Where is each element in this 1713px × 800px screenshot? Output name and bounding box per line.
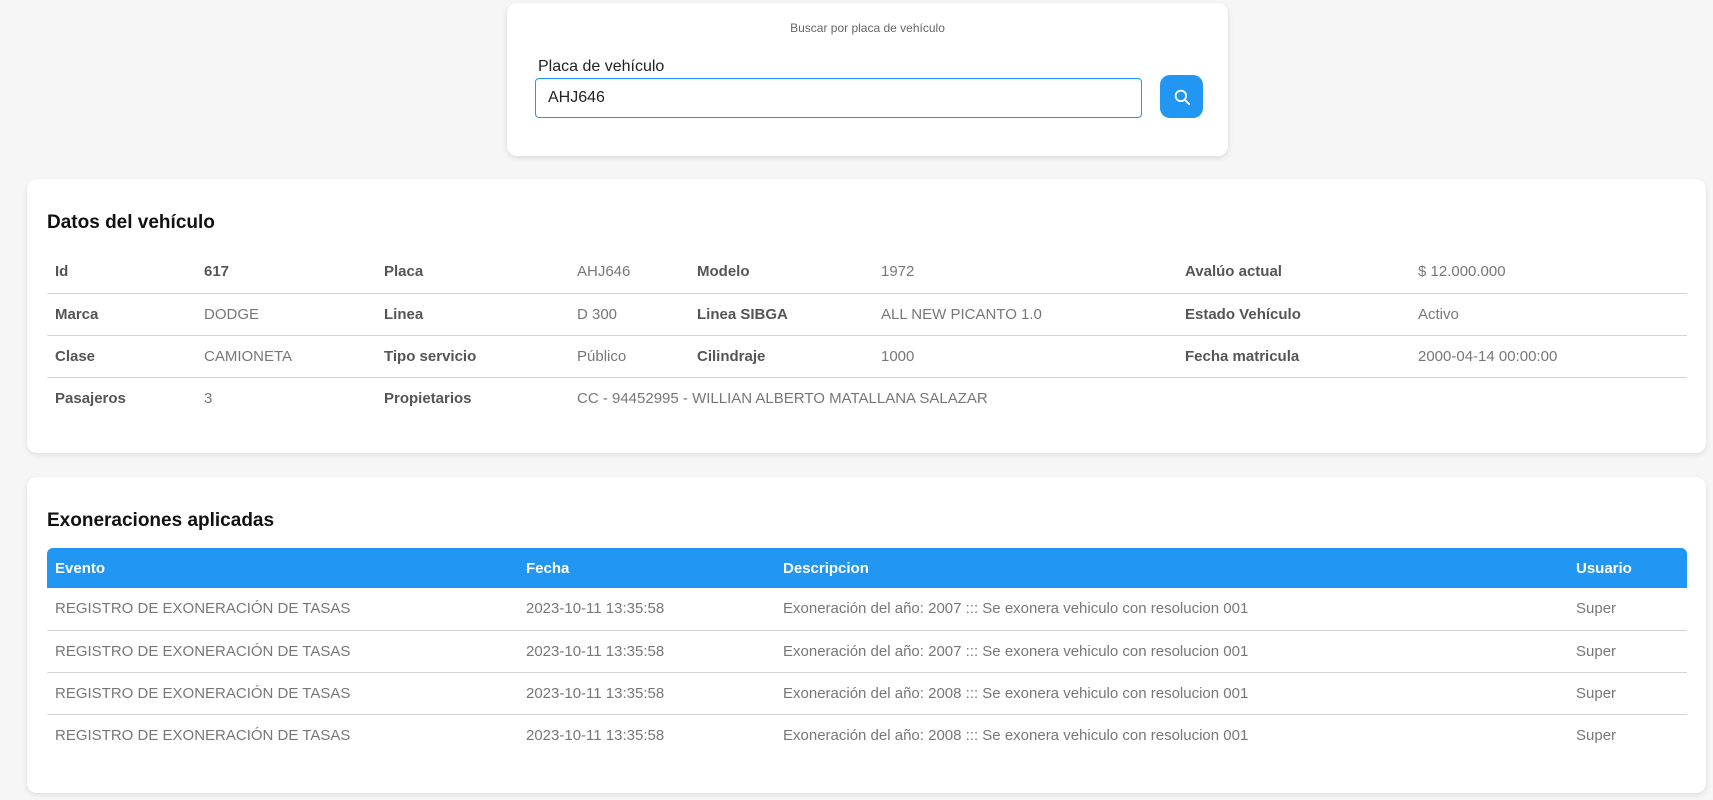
table-row: REGISTRO DE EXONERACIÓN DE TASAS 2023-10-… [47,714,1687,756]
vehicle-field-value: Activo [1410,293,1687,336]
table-cell: REGISTRO DE EXONERACIÓN DE TASAS [47,630,518,673]
table-cell: Exoneración del año: 2007 ::: Se exonera… [775,630,1568,673]
table-cell: REGISTRO DE EXONERACIÓN DE TASAS [47,588,518,631]
vehicle-field-value: 617 [196,251,376,294]
vehicle-field-label: Placa [376,251,569,294]
table-cell: 2023-10-11 13:35:58 [526,726,665,744]
table-cell: Super [1576,726,1617,744]
column-header: Usuario [1568,548,1687,588]
vehicle-field-label: Pasajeros [55,389,126,407]
table-cell: 2023-10-11 13:35:58 [518,672,775,715]
table-cell: 2023-10-11 13:35:58 [518,588,775,631]
search-button[interactable] [1160,75,1203,118]
vehicle-field-label: Clase [47,335,196,378]
vehicle-field-value: D 300 [569,293,689,336]
vehicle-field-value: CC - 94452995 - WILLIAN ALBERTO MATALLAN… [577,389,988,407]
vehicle-row: Marca DODGE Linea D 300 Linea SIBGA ALL NEW P… [47,293,1687,336]
vehicle-field-value: 3 [204,389,213,407]
vehicle-field-label: Cilindraje [689,335,873,378]
table-cell: Super [1568,672,1687,715]
vehicle-row: Clase CAMIONETA Tipo servicio Público Cilind… [47,335,1687,378]
search-icon [1174,89,1190,105]
vehicle-field-label: Linea [376,293,569,336]
vehicle-field-value: $ 12.000.000 [1410,251,1687,294]
vehicle-field-label: Linea SIBGA [689,293,873,336]
vehicle-field-label: Tipo servicio [376,335,569,378]
table-cell: REGISTRO DE EXONERACIÓN DE TASAS [47,672,518,715]
vehicle-field-label: Estado Vehículo [1177,293,1410,336]
exoneraciones-table: Evento Fecha Descripcion Usuario REGISTRO D… [47,548,1687,756]
table-cell: Super [1568,588,1687,631]
vehicle-field-value: 1972 [873,251,1177,294]
table-row: REGISTRO DE EXONERACIÓN DE TASAS 2023-10-… [47,630,1687,673]
vehicle-field-label: Id [47,251,196,294]
vehicle-row: Id 617 Placa AHJ646 Modelo 1972 Avalúo actual $… [47,251,1687,294]
vehicle-card-title: Datos del vehículo [47,212,215,233]
table-cell: REGISTRO DE EXONERACIÓN DE TASAS [55,726,351,744]
vehicle-field-value: AHJ646 [569,251,689,294]
table-cell: 2023-10-11 13:35:58 [518,630,775,673]
vehicle-field-label: Propietarios [384,389,472,407]
vehicle-card: Datos del vehículo Id 617 Placa AHJ646 Model… [27,179,1706,453]
table-cell: Exoneración del año: 2008 ::: Se exonera… [783,726,1249,744]
column-header: Evento [47,548,518,588]
column-header: Fecha [518,548,775,588]
exoneraciones-card-title: Exoneraciones aplicadas [47,510,275,531]
exoneraciones-card: Exoneraciones aplicadas Evento Fecha Descr… [27,477,1706,793]
column-header: Descripcion [775,548,1568,588]
vehicle-field-value: ALL NEW PICANTO 1.0 [873,293,1177,336]
vehicle-field-value: DODGE [196,293,376,336]
plate-label: Placa de vehículo [538,58,665,75]
vehicle-field-value: Público [569,335,689,378]
vehicle-field-label: Fecha matricula [1177,335,1410,378]
vehicle-field-value: 2000-04-14 00:00:00 [1410,335,1687,378]
table-cell: Exoneración del año: 2008 ::: Se exonera… [775,672,1568,715]
vehicle-field-label: Avalúo actual [1177,251,1410,294]
table-cell: Exoneración del año: 2007 ::: Se exonera… [775,588,1568,631]
table-row: REGISTRO DE EXONERACIÓN DE TASAS 2023-10-… [47,588,1687,631]
plate-input[interactable] [535,78,1142,118]
search-card: Buscar por placa de vehículo Placa de ve… [507,3,1228,156]
vehicle-field-value: 1000 [873,335,1177,378]
vehicle-row: Pasajeros 3 Propietarios CC - 94452995 - WI… [47,377,1687,419]
search-title: Buscar por placa de vehículo [790,21,945,35]
vehicle-field-label: Modelo [689,251,873,294]
table-cell: Super [1568,630,1687,673]
table-row: REGISTRO DE EXONERACIÓN DE TASAS 2023-10-… [47,672,1687,715]
vehicle-field-value: CAMIONETA [196,335,376,378]
vehicle-table: Id 617 Placa AHJ646 Modelo 1972 Avalúo actual $… [47,251,1687,419]
vehicle-field-label: Marca [47,293,196,336]
